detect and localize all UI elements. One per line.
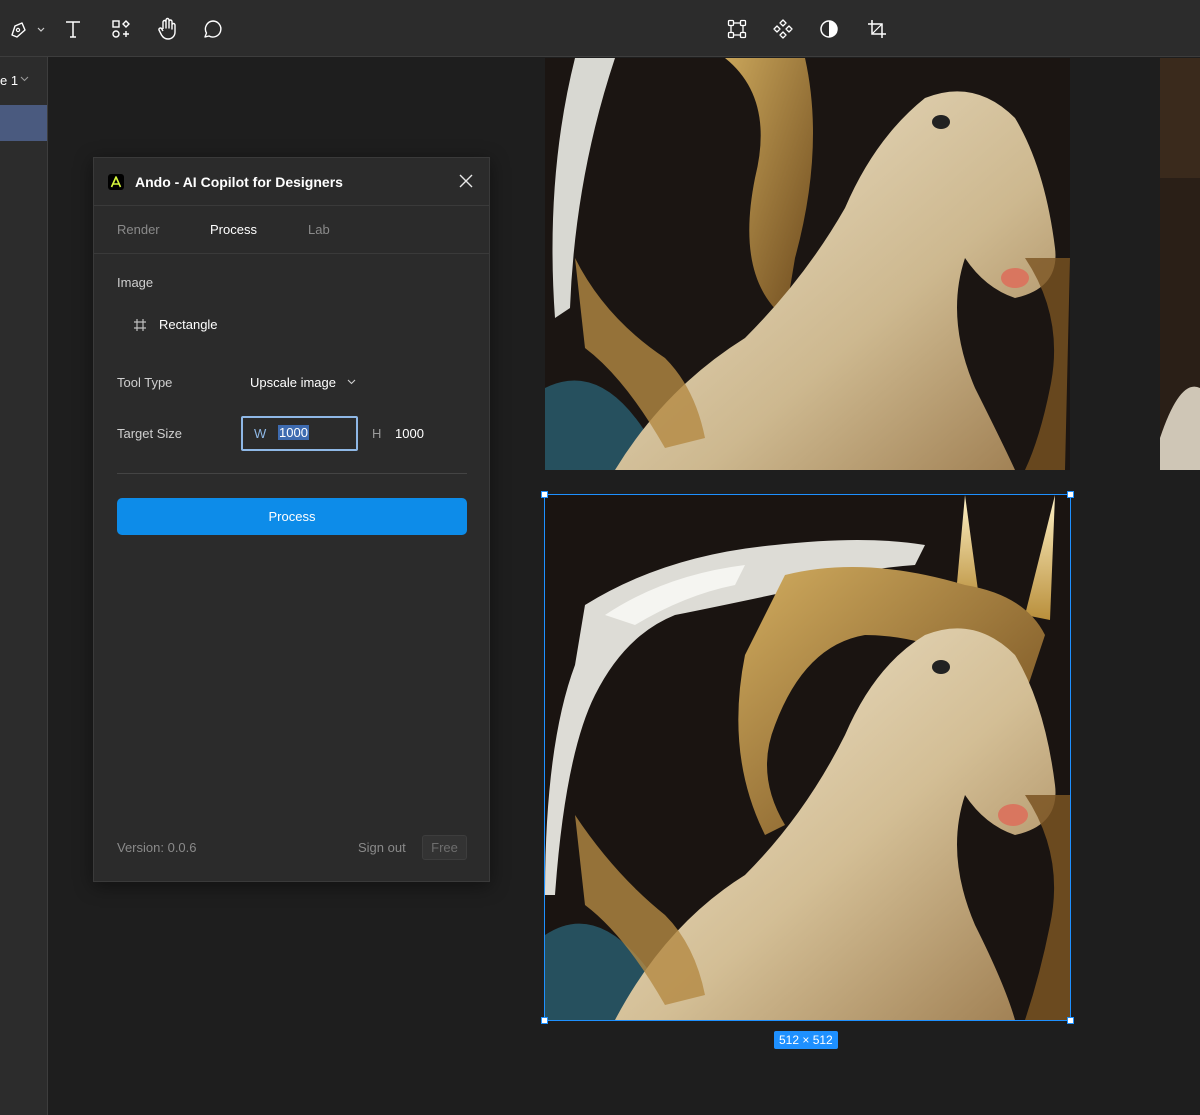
ando-logo-icon — [110, 176, 122, 188]
selected-layer-row[interactable] — [0, 105, 47, 141]
painting-image — [1160, 58, 1200, 470]
plugin-title: Ando - AI Copilot for Designers — [135, 174, 343, 190]
component-tool-button[interactable] — [766, 12, 800, 46]
text-tool-button[interactable] — [56, 12, 90, 46]
chevron-down-icon[interactable] — [20, 76, 29, 82]
top-toolbar — [0, 0, 1200, 57]
resize-handle-bottom-right[interactable] — [1067, 1017, 1074, 1024]
pen-tool-button[interactable] — [4, 12, 48, 46]
pen-icon — [11, 22, 45, 38]
crop-icon — [868, 20, 886, 38]
tab-render[interactable]: Render — [117, 222, 160, 237]
unicorn-image-top[interactable] — [545, 58, 1070, 470]
text-icon — [66, 21, 80, 38]
plugin-tabs: Render Process Lab — [94, 206, 489, 254]
sign-out-link[interactable]: Sign out — [358, 840, 406, 855]
resources-icon — [112, 20, 130, 38]
resize-handle-bottom-left[interactable] — [541, 1017, 548, 1024]
plugin-header: Ando - AI Copilot for Designers — [94, 158, 489, 206]
layers-panel: e 1 — [0, 57, 48, 1115]
image-section-label: Image — [117, 275, 154, 290]
width-value: 1000 — [278, 425, 309, 440]
transform-icon — [727, 19, 747, 39]
page-name[interactable]: e 1 — [0, 73, 18, 88]
height-input[interactable]: 1000 — [395, 426, 424, 441]
unicorn-painting-image — [545, 58, 1070, 470]
chevron-down-icon — [347, 379, 356, 385]
hand-icon — [158, 17, 176, 40]
tool-type-value: Upscale image — [250, 375, 336, 390]
width-prefix: W — [254, 426, 267, 441]
plugin-window: Ando - AI Copilot for Designers Render P… — [93, 157, 490, 882]
contrast-tool-button[interactable] — [812, 12, 846, 46]
version-label: Version: 0.0.6 — [117, 840, 197, 855]
tab-lab[interactable]: Lab — [308, 222, 330, 237]
target-size-label: Target Size — [117, 426, 183, 441]
process-button[interactable]: Process — [117, 498, 467, 535]
adjacent-image[interactable] — [1160, 58, 1200, 470]
divider — [117, 473, 467, 474]
resize-handle-top-right[interactable] — [1067, 491, 1074, 498]
hand-tool-button[interactable] — [150, 12, 184, 46]
contrast-icon — [820, 20, 838, 38]
plan-badge: Free — [422, 835, 467, 860]
comment-tool-button[interactable] — [196, 12, 230, 46]
component-icon — [773, 19, 793, 39]
tool-type-label: Tool Type — [117, 375, 173, 390]
transform-tool-button[interactable] — [720, 12, 754, 46]
resources-tool-button[interactable] — [104, 12, 138, 46]
width-input[interactable]: W 1000 — [241, 416, 358, 451]
selection-size-badge: 512 × 512 — [774, 1031, 838, 1049]
crop-tool-button[interactable] — [860, 12, 894, 46]
tab-process[interactable]: Process — [210, 222, 257, 237]
frame-icon — [134, 319, 146, 331]
close-icon[interactable] — [458, 173, 474, 189]
resize-handle-top-left[interactable] — [541, 491, 548, 498]
ando-logo — [108, 174, 124, 190]
selection-frame[interactable] — [544, 494, 1071, 1021]
height-prefix: H — [372, 426, 382, 441]
image-layer-name[interactable]: Rectangle — [159, 317, 218, 332]
comment-icon — [204, 20, 222, 38]
